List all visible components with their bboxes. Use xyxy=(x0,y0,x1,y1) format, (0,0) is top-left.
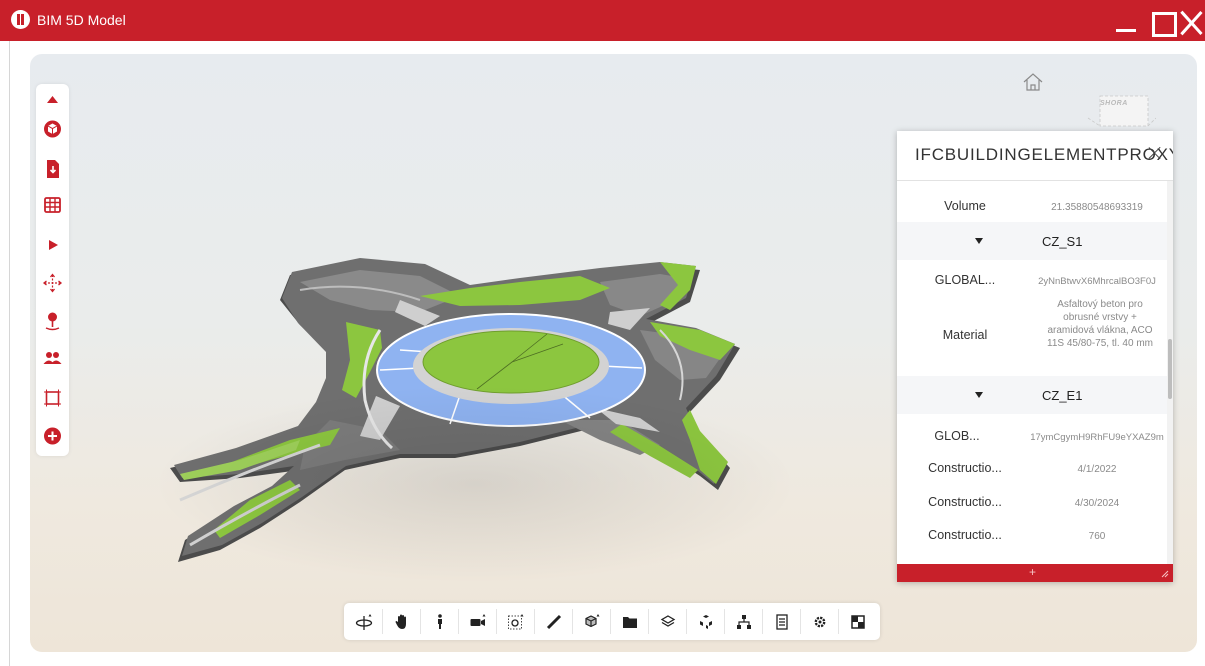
property-name: Constructio... xyxy=(928,461,1002,475)
fullscreen-icon[interactable] xyxy=(842,606,873,637)
bottom-toolbar xyxy=(344,603,880,640)
section-label: CZ_E1 xyxy=(1042,388,1083,403)
window-edge-divider xyxy=(9,41,10,666)
layers-icon[interactable] xyxy=(652,606,683,637)
zoom-window-icon[interactable] xyxy=(500,606,531,637)
property-row: Volume 21.35880548693319 xyxy=(897,199,1167,219)
property-row: GLOB... 17ymCgymH9RhFU9eYXAZ9m xyxy=(897,429,1167,449)
caret-down-icon xyxy=(975,238,983,244)
measure-ruler-icon[interactable] xyxy=(538,606,569,637)
map-pin-icon[interactable] xyxy=(42,310,63,332)
model-tree-icon[interactable] xyxy=(728,606,759,637)
close-window-button[interactable] xyxy=(1180,10,1202,34)
panel-scroll-area[interactable]: Volume 21.35880548693319 CZ_S1 GLOBAL...… xyxy=(897,181,1167,564)
frame-icon[interactable] xyxy=(42,387,63,409)
central-island xyxy=(422,330,600,394)
home-view-icon[interactable] xyxy=(1021,71,1045,93)
resize-handle-icon[interactable] xyxy=(1161,570,1169,578)
table-icon[interactable] xyxy=(42,194,63,216)
plus-circle-icon[interactable] xyxy=(42,425,63,447)
panel-close-button[interactable] xyxy=(1145,143,1165,163)
explode-model-icon[interactable] xyxy=(690,606,721,637)
users-icon[interactable] xyxy=(42,347,63,369)
settings-gear-icon[interactable] xyxy=(804,606,835,637)
maximize-button[interactable] xyxy=(1149,10,1177,37)
property-value: 2yNnBtwvX6MhrcalBO3F0J xyxy=(1038,276,1156,287)
camera-icon[interactable] xyxy=(462,606,493,637)
panel-footer: + xyxy=(897,564,1173,582)
property-value: 4/30/2024 xyxy=(1074,498,1120,509)
property-name: GLOBAL... xyxy=(934,273,996,287)
left-toolbar xyxy=(36,84,69,456)
view-cube-face-label[interactable]: SHORA xyxy=(1100,100,1128,107)
orbit-icon[interactable] xyxy=(348,606,379,637)
property-row: Material Asfaltový beton pro obrusné vrs… xyxy=(897,298,1167,374)
property-value: Asfaltový beton pro obrusné vrstvy + ara… xyxy=(1047,299,1153,349)
properties-panel: IFCBUILDINGELEMENTPROXY Volume 21.358805… xyxy=(897,131,1173,582)
property-value: 760 xyxy=(1088,531,1106,542)
window-title: BIM 5D Model xyxy=(37,12,126,28)
minimize-button[interactable] xyxy=(1113,10,1139,34)
property-name: Material xyxy=(942,328,988,342)
property-row: Constructio... 4/30/2024 xyxy=(897,495,1167,515)
property-name: GLOB... xyxy=(934,429,980,443)
app-logo-icon xyxy=(11,10,30,29)
pan-hand-icon[interactable] xyxy=(386,606,417,637)
property-row: GLOBAL... 2yNnBtwvX6MhrcalBO3F0J xyxy=(897,273,1167,293)
collapse-toolbar-triangle-up-icon[interactable] xyxy=(42,88,63,110)
property-name: Constructio... xyxy=(928,495,1002,509)
panel-title: IFCBUILDINGELEMENTPROXY xyxy=(915,145,1173,164)
cube-icon[interactable] xyxy=(42,118,63,140)
folder-icon[interactable] xyxy=(614,606,645,637)
property-row: Constructio... 4/1/2022 xyxy=(897,461,1167,481)
file-download-icon[interactable] xyxy=(42,158,63,180)
property-name: Volume xyxy=(944,199,986,213)
property-row: Constructio... 760 xyxy=(897,528,1167,548)
properties-icon[interactable] xyxy=(766,606,797,637)
panel-scrollbar-thumb[interactable] xyxy=(1168,339,1172,399)
caret-down-icon xyxy=(975,392,983,398)
section-label: CZ_S1 xyxy=(1042,234,1083,249)
move-arrows-icon[interactable] xyxy=(42,272,63,294)
walk-person-icon[interactable] xyxy=(424,606,455,637)
property-value: 17ymCgymH9RhFU9eYXAZ9m xyxy=(1030,432,1164,443)
property-value: 21.35880548693319 xyxy=(1051,202,1143,213)
section-header-cz-s1[interactable]: CZ_S1 xyxy=(897,222,1167,260)
section-header-cz-e1[interactable]: CZ_E1 xyxy=(897,376,1167,414)
property-value: 4/1/2022 xyxy=(1077,464,1117,475)
property-name: Constructio... xyxy=(928,528,1002,542)
section-box-icon[interactable] xyxy=(576,606,607,637)
add-property-button[interactable]: + xyxy=(1029,565,1036,579)
play-icon[interactable] xyxy=(42,234,63,256)
title-bar: BIM 5D Model xyxy=(0,0,1205,41)
